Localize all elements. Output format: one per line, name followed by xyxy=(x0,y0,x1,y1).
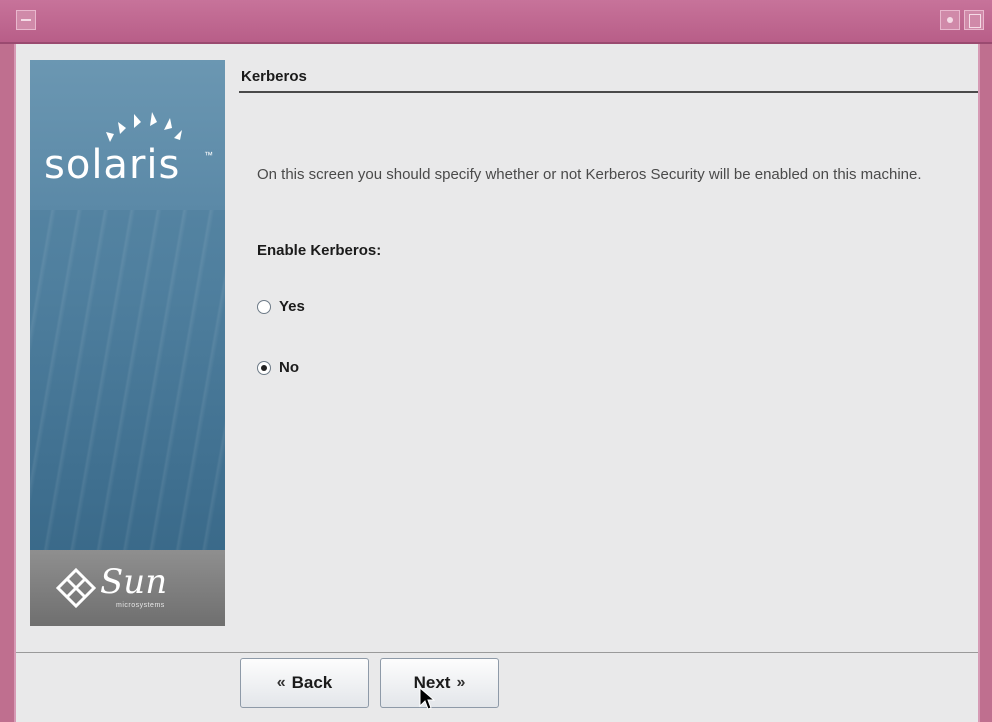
next-button[interactable]: Next » xyxy=(380,658,499,708)
banner-header: solaris ™ xyxy=(30,60,225,210)
minimize-button[interactable] xyxy=(940,10,960,30)
solaris-sun-icon xyxy=(106,112,182,142)
microsystems-text: microsystems xyxy=(116,602,165,609)
radio-label-no: No xyxy=(279,359,299,376)
sun-diamond-icon xyxy=(56,568,96,608)
sun-microsystems-logo: Sun microsystems xyxy=(30,550,225,626)
window-frame-right xyxy=(978,44,992,722)
radio-button-yes[interactable] xyxy=(257,299,271,314)
chevron-right-icon: » xyxy=(456,674,466,691)
footer-divider xyxy=(16,652,978,653)
mouse-cursor-icon xyxy=(419,687,435,710)
solaris-logo-text: solaris xyxy=(44,142,181,188)
back-button[interactable]: « Back xyxy=(240,658,369,708)
radio-label-yes: Yes xyxy=(279,298,305,315)
maximize-button[interactable] xyxy=(964,10,984,30)
chevron-left-icon: « xyxy=(276,674,286,691)
title-divider xyxy=(239,91,978,93)
radio-option-yes[interactable]: Yes xyxy=(257,298,305,315)
page-title: Kerberos xyxy=(241,68,307,85)
radio-button-no[interactable] xyxy=(257,360,271,375)
trademark-mark: ™ xyxy=(204,150,213,160)
window-frame-left xyxy=(0,44,16,722)
window-menu-button[interactable] xyxy=(16,10,36,30)
back-button-label: Back xyxy=(291,673,333,692)
solaris-banner: solaris ™ Sun microsystems xyxy=(30,60,225,626)
description-text: On this screen you should specify whethe… xyxy=(257,166,922,183)
sun-logo-text: Sun xyxy=(100,562,168,602)
installer-content: solaris ™ Sun microsystems Kerberos On t… xyxy=(16,46,978,722)
window-titlebar xyxy=(0,0,992,44)
radio-option-no[interactable]: No xyxy=(257,359,299,376)
enable-kerberos-label: Enable Kerberos: xyxy=(257,242,382,259)
